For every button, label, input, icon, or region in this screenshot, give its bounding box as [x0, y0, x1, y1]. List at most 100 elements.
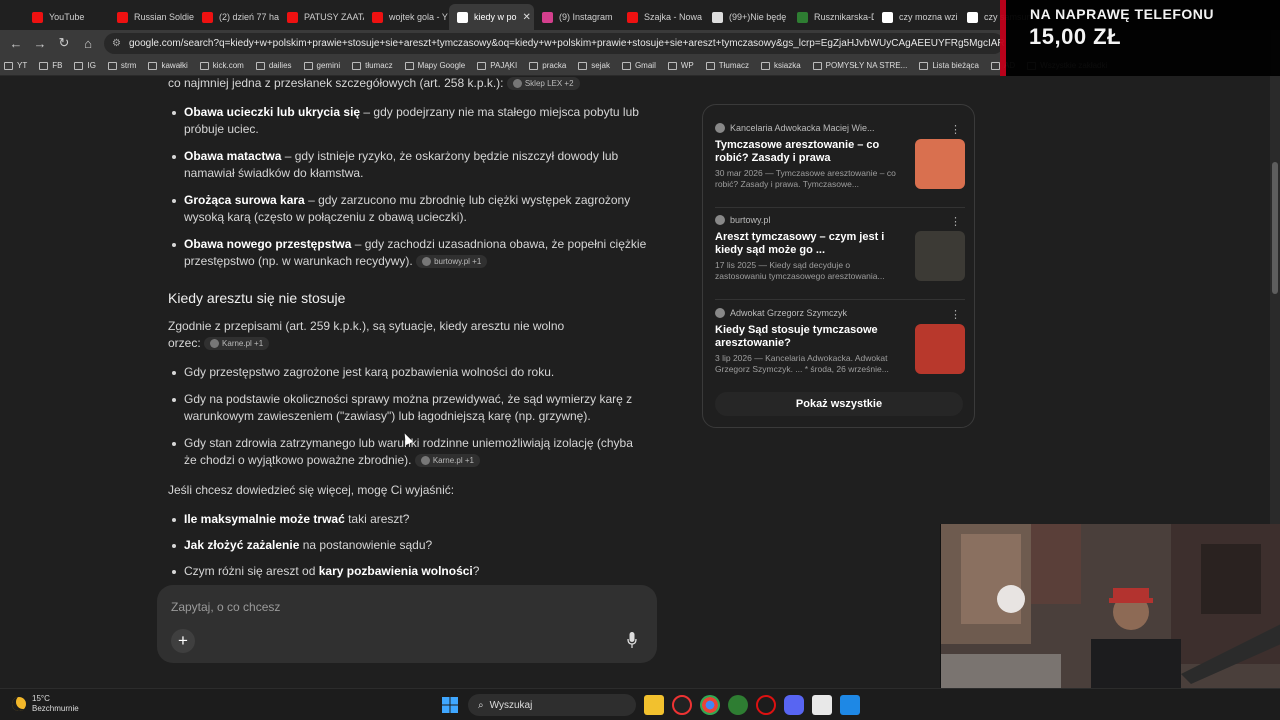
bookmark-item[interactable]: Mapy Google — [404, 61, 465, 70]
bookmark-label: Tłumacz — [718, 61, 749, 70]
bookmark-item[interactable]: dailies — [255, 61, 292, 70]
tab-9[interactable]: Rusznikarska-D — [789, 4, 874, 30]
folder-icon — [760, 61, 770, 70]
microphone-icon[interactable] — [627, 632, 637, 648]
discord-icon[interactable] — [784, 695, 804, 715]
source-icon — [422, 257, 432, 267]
bookmark-item[interactable]: Tłumacz — [705, 61, 749, 70]
source-title[interactable]: Areszt tymczasowy – czym jest i kiedy są… — [715, 231, 897, 257]
bookmark-item[interactable]: sejak — [578, 61, 610, 70]
more-options-icon[interactable]: ⋮ — [950, 123, 961, 136]
taskbar-search[interactable]: ⌕ Wyszukaj — [468, 694, 636, 716]
folder-icon — [812, 61, 822, 70]
source-chip[interactable]: Karne.pl +1 — [414, 454, 480, 468]
source-chip[interactable]: Sklep LEX +2 — [506, 77, 580, 91]
tab-1[interactable]: Russian Soldier — [109, 4, 194, 30]
folder-icon — [919, 61, 929, 70]
more-options-icon[interactable]: ⋮ — [950, 215, 961, 228]
tab-8[interactable]: (99+)Nie będę — [704, 4, 789, 30]
tab-label: Rusznikarska-D — [814, 12, 874, 22]
notepad-icon[interactable] — [840, 695, 860, 715]
bookmark-item[interactable]: kick.com — [199, 61, 244, 70]
bookmark-item[interactable]: PAJĄKI — [477, 61, 517, 70]
folder-icon — [352, 61, 362, 70]
list-item: Gdy na podstawie okoliczności sprawy moż… — [168, 391, 648, 425]
source-chip[interactable]: Karne.pl +1 — [204, 337, 270, 351]
source-chip[interactable]: burtowy.pl +1 — [416, 255, 488, 269]
taskbar: 15°C Bezchmurnie ⌕ Wyszukaj — [0, 688, 1280, 720]
back-button[interactable]: ← — [4, 36, 28, 51]
address-bar[interactable]: ⚙ google.com/search?q=kiedy+w+polskim+pr… — [104, 33, 1004, 54]
chrome-icon[interactable] — [700, 695, 720, 715]
item-bold: Obawa ucieczki lub ukrycia się — [184, 105, 361, 119]
bookmark-item[interactable]: pracka — [529, 61, 566, 70]
show-all-button[interactable]: Pokaż wszystkie — [715, 392, 963, 416]
tab-0[interactable]: YouTube — [24, 4, 109, 30]
tab-favicon-icon — [117, 11, 128, 23]
sources-panel: Pokaż wszystkie Kancelaria Adwokacka Mac… — [702, 104, 975, 428]
reload-button[interactable]: ↻ — [52, 35, 76, 51]
forward-button[interactable]: → — [28, 36, 52, 51]
list-item: Obawa nowego przestępstwa – gdy zachodzi… — [168, 236, 648, 270]
opera-icon[interactable] — [756, 695, 776, 715]
windows-start-icon[interactable] — [440, 695, 460, 715]
followup-list: Ile maksymalnie może trwać taki areszt? J… — [168, 511, 648, 589]
list-item: Obawa matactwa – gdy istnieje ryzyko, że… — [168, 148, 648, 182]
list-item: Grożąca surowa kara – gdy zarzucono mu z… — [168, 192, 648, 226]
source-site: Kancelaria Adwokacka Maciej Wie... — [715, 123, 965, 133]
source-card[interactable]: Kancelaria Adwokacka Maciej Wie... ⋮ Tymcz… — [715, 123, 965, 190]
editor-icon[interactable] — [812, 695, 832, 715]
site-info-icon[interactable]: ⚙ — [112, 38, 121, 49]
weather-widget[interactable]: 15°C Bezchmurnie — [12, 694, 79, 714]
bookmark-item[interactable]: strm — [107, 61, 136, 70]
source-thumbnail[interactable] — [915, 324, 965, 374]
home-button[interactable]: ⌂ — [76, 36, 100, 51]
bookmark-item[interactable]: IG — [74, 61, 96, 70]
source-title[interactable]: Tymczasowe aresztowanie – co robić? Zasa… — [715, 139, 897, 165]
tab-label: (2) dzień 77 ha — [219, 12, 279, 22]
source-icon — [512, 79, 522, 89]
bookmark-item[interactable]: YT — [4, 61, 27, 70]
overlay-accent — [1000, 0, 1006, 76]
moon-icon — [12, 697, 26, 711]
source-thumbnail[interactable] — [915, 139, 965, 189]
item-bold: kary pozbawienia wolności — [318, 564, 473, 578]
tab-5[interactable]: kiedy w po ✕ — [449, 4, 534, 30]
bookmark-item[interactable]: gemini — [303, 61, 341, 70]
item-bold: Obawa matactwa — [184, 149, 282, 163]
bookmark-item[interactable]: tłumacz — [352, 61, 393, 70]
tab-label: Szajka - Nowa — [644, 12, 703, 22]
bookmark-item[interactable]: ksiazka — [760, 61, 801, 70]
bookmark-item[interactable]: kawałki — [148, 61, 188, 70]
source-thumbnail[interactable] — [915, 231, 965, 281]
bookmark-item[interactable]: Gmail — [621, 61, 656, 70]
bookmark-label: sejak — [591, 61, 610, 70]
bookmark-item[interactable]: Lista bieżąca — [919, 61, 979, 70]
browser-icon[interactable] — [728, 695, 748, 715]
tab-10[interactable]: czy mozna wzi — [874, 4, 959, 30]
bookmark-item[interactable]: FB — [39, 61, 62, 70]
tab-2[interactable]: (2) dzień 77 ha — [194, 4, 279, 30]
source-card[interactable]: burtowy.pl ⋮ Areszt tymczasowy – czym jest… — [715, 215, 965, 282]
tab-4[interactable]: wojtek gola - Y — [364, 4, 449, 30]
site-name: Kancelaria Adwokacka Maciej Wie... — [730, 123, 875, 133]
tab-close-icon[interactable]: ✕ — [523, 12, 531, 23]
ask-box[interactable]: Zapytaj, o co chcesz + — [157, 585, 657, 663]
more-options-icon[interactable]: ⋮ — [950, 308, 961, 321]
bookmark-label: gemini — [316, 61, 341, 70]
folder-icon — [148, 61, 158, 70]
source-chip-label: burtowy.pl +1 — [434, 257, 482, 267]
source-title[interactable]: Kiedy Sąd stosuje tymczasowe aresztowani… — [715, 324, 897, 350]
bookmark-item[interactable]: POMYSŁY NA STRE... — [812, 61, 907, 70]
source-card[interactable]: Adwokat Grzegorz Szymczyk ⋮ Kiedy Sąd stos… — [715, 308, 965, 375]
source-chip-label: Karne.pl +1 — [222, 339, 264, 349]
file-explorer-icon[interactable] — [644, 695, 664, 715]
folder-icon — [529, 61, 539, 70]
bookmark-item[interactable]: WP — [667, 61, 694, 70]
tab-6[interactable]: (9) Instagram — [534, 4, 619, 30]
scrollbar-thumb[interactable] — [1272, 162, 1278, 294]
add-button[interactable]: + — [171, 629, 195, 653]
tab-3[interactable]: PATUSY ZAATA — [279, 4, 364, 30]
obs-icon[interactable] — [672, 695, 692, 715]
tab-7[interactable]: Szajka - Nowa — [619, 4, 704, 30]
